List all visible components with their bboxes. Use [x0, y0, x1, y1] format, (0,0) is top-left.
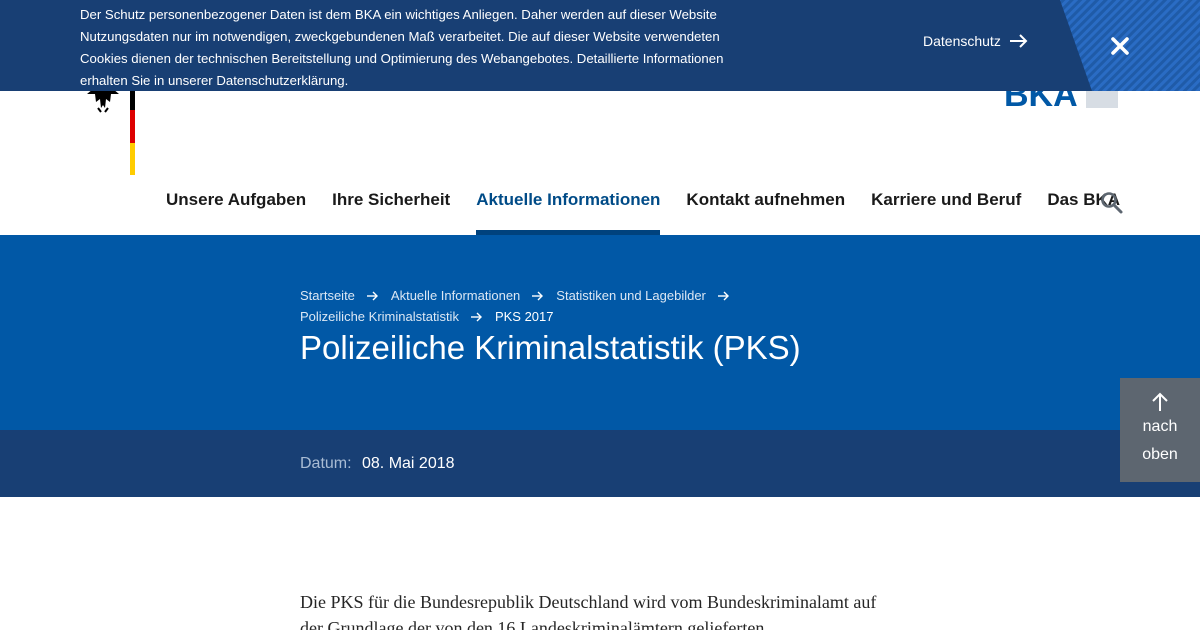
breadcrumb: Startseite Aktuelle Informationen Statis…: [300, 285, 820, 327]
page-title: Polizeiliche Kriminalstatistik (PKS): [300, 329, 801, 366]
arrow-right-icon: [532, 291, 544, 300]
back-to-top-label-line2: oben: [1142, 446, 1178, 463]
arrow-right-icon: [717, 291, 729, 300]
cookie-banner: Der Schutz personenbezogener Daten ist d…: [0, 0, 1200, 91]
nav-item-kontakt-aufnehmen[interactable]: Kontakt aufnehmen: [686, 178, 845, 235]
date-value: 08. Mai 2018: [362, 455, 455, 472]
arrow-right-icon: [470, 312, 482, 321]
nav-item-ihre-sicherheit[interactable]: Ihre Sicherheit: [332, 178, 450, 235]
breadcrumb-current-page: PKS 2017: [494, 309, 554, 324]
arrow-right-icon: [366, 291, 378, 300]
date-label: Datum:: [300, 455, 352, 472]
main-navigation: Unsere Aufgaben Ihre Sicherheit Aktuelle…: [166, 178, 1146, 235]
nav-item-karriere-und-beruf[interactable]: Karriere und Beruf: [871, 178, 1021, 235]
back-to-top-button[interactable]: nach oben: [1120, 378, 1200, 482]
privacy-link[interactable]: Datenschutz: [923, 33, 1029, 49]
arrow-up-icon: [1152, 392, 1168, 411]
back-to-top-label-line1: nach: [1142, 418, 1178, 435]
date-bar: Datum: 08. Mai 2018: [0, 430, 1200, 497]
breadcrumb-aktuelle-informationen[interactable]: Aktuelle Informationen: [391, 285, 520, 306]
intro-paragraph: Die PKS für die Bundesrepublik Deutschla…: [300, 592, 877, 630]
close-icon[interactable]: [1109, 35, 1131, 57]
breadcrumb-statistiken-und-lagebilder[interactable]: Statistiken und Lagebilder: [556, 285, 706, 306]
breadcrumb-startseite[interactable]: Startseite: [300, 285, 355, 306]
nav-item-aktuelle-informationen[interactable]: Aktuelle Informationen: [476, 178, 661, 235]
nav-item-unsere-aufgaben[interactable]: Unsere Aufgaben: [166, 178, 306, 235]
arrow-right-icon: [1009, 34, 1028, 48]
privacy-link-label: Datenschutz: [923, 33, 1001, 49]
cookie-notice-text: Der Schutz personenbezogener Daten ist d…: [80, 7, 724, 88]
page-hero: Startseite Aktuelle Informationen Statis…: [0, 235, 1200, 430]
breadcrumb-polizeiliche-kriminalstatistik[interactable]: Polizeiliche Kriminalstatistik: [300, 306, 459, 327]
search-icon[interactable]: [1099, 190, 1125, 216]
